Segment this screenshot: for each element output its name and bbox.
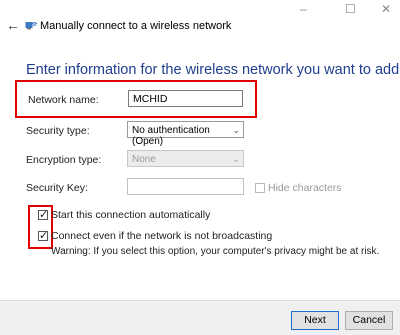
next-button[interactable]: Next <box>291 311 339 330</box>
hide-characters-checkbox[interactable] <box>255 183 265 193</box>
start-automatically-label: Start this connection automatically <box>51 209 211 221</box>
maximize-button[interactable]: ☐ <box>345 2 356 16</box>
close-button[interactable]: ✕ <box>381 2 391 16</box>
cancel-button[interactable]: Cancel <box>345 311 393 330</box>
chevron-down-icon: ⌄ <box>232 125 240 135</box>
footer-bar <box>0 300 400 335</box>
encryption-type-label: Encryption type: <box>26 154 102 166</box>
network-name-value: MCHID <box>133 93 168 105</box>
network-name-field[interactable]: MCHID <box>128 90 243 107</box>
page-heading: Enter information for the wireless netwo… <box>26 62 400 78</box>
security-key-label: Security Key: <box>26 182 88 194</box>
security-key-field[interactable] <box>127 178 244 195</box>
back-arrow-icon[interactable]: ← <box>6 17 20 33</box>
minimize-button[interactable]: – <box>300 2 307 16</box>
chevron-down-icon: ⌄ <box>232 154 240 164</box>
connect-even-if-checkbox[interactable] <box>38 229 48 242</box>
start-automatically-checkbox[interactable] <box>38 208 48 221</box>
network-name-label: Network name: <box>28 94 99 106</box>
security-type-select[interactable]: No authentication (Open) ⌄ <box>127 121 244 147</box>
security-type-value: No authentication (Open) <box>132 125 210 147</box>
connect-even-if-label: Connect even if the network is not broad… <box>51 230 273 242</box>
warning-text: Warning: If you select this option, your… <box>51 246 380 257</box>
hide-characters-label: Hide characters <box>268 182 342 194</box>
security-type-label: Security type: <box>26 125 90 137</box>
window-title: Manually connect to a wireless network <box>40 20 232 32</box>
encryption-type-select: None ⌄ <box>127 150 244 167</box>
wireless-network-icon <box>25 22 37 30</box>
encryption-type-value: None <box>132 154 156 165</box>
